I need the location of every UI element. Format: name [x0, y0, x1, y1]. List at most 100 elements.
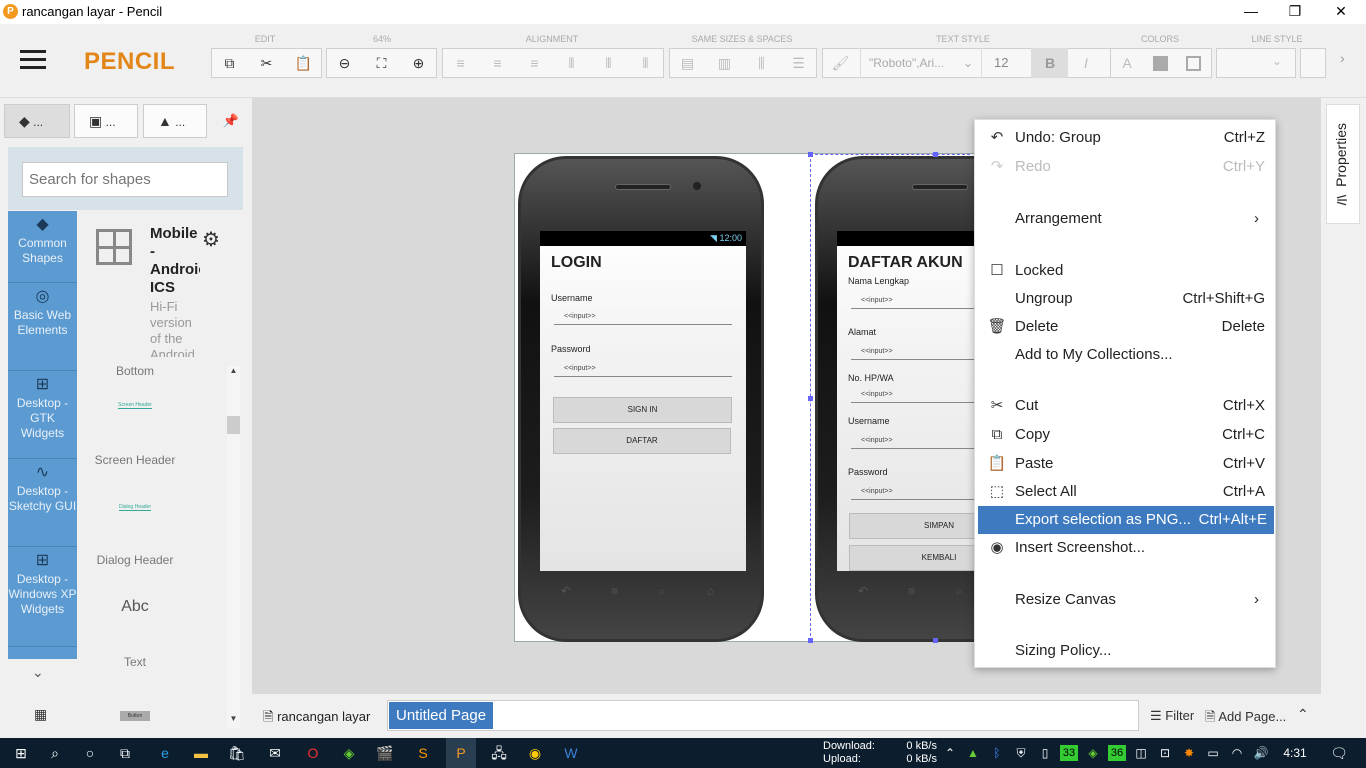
- password-input[interactable]: <<input>>: [554, 361, 732, 377]
- tab-collections[interactable]: ▣ ...: [74, 104, 138, 138]
- properties-panel-tab[interactable]: Properties ⚟: [1326, 104, 1360, 224]
- windows-start-icon[interactable]: ⊞: [6, 738, 36, 768]
- mail-icon[interactable]: ✉: [260, 738, 290, 768]
- menu-icon[interactable]: [20, 50, 46, 70]
- menu-item-locked[interactable]: ☐ Locked: [975, 257, 1275, 285]
- word-icon[interactable]: W: [556, 738, 586, 768]
- sign-in-button[interactable]: SIGN IN: [553, 397, 732, 423]
- shape-button[interactable]: Button: [80, 706, 190, 721]
- grid-view-icon[interactable]: ▦: [34, 706, 47, 723]
- space-h-icon[interactable]: ⫼: [743, 48, 780, 78]
- gear-icon[interactable]: ⚙: [202, 227, 220, 252]
- scrollbar-thumb[interactable]: [227, 416, 240, 434]
- zoom-in-icon[interactable]: ⊕: [400, 48, 437, 78]
- search-input[interactable]: [22, 162, 228, 197]
- cut-icon[interactable]: ✂: [248, 48, 285, 78]
- wifi-icon[interactable]: ◠: [1226, 738, 1248, 768]
- same-height-icon[interactable]: ▥: [706, 48, 743, 78]
- space-v-icon[interactable]: ☰: [780, 48, 817, 78]
- shield-icon[interactable]: ⛨: [1010, 738, 1032, 768]
- add-page-button[interactable]: 🗎 Add Page...: [1205, 708, 1286, 730]
- font-size-field[interactable]: 12: [982, 48, 1032, 78]
- category-winxp[interactable]: ⊞ Desktop - Windows XP Widgets: [8, 547, 77, 647]
- selection-handle[interactable]: [808, 638, 813, 643]
- username-input[interactable]: <<input>>: [554, 309, 732, 325]
- tab-untitled-page[interactable]: Untitled Page: [389, 702, 494, 729]
- font-family-select[interactable]: "Roboto",Ari... ⌄: [860, 48, 982, 78]
- chrome-icon[interactable]: ◉: [520, 738, 550, 768]
- minimize-button[interactable]: —: [1228, 0, 1274, 24]
- menu-item-redo[interactable]: ↷ Redo Ctrl+Y: [975, 153, 1275, 181]
- line-width-field[interactable]: [1300, 48, 1326, 78]
- network-app-icon[interactable]: 🖧: [484, 738, 514, 768]
- shape-screen-header[interactable]: Screen Header: [80, 402, 190, 409]
- chevron-up-icon[interactable]: ⌃: [940, 738, 960, 768]
- align-bottom-icon[interactable]: ⦀: [627, 48, 664, 78]
- pencil-taskbar-icon[interactable]: P: [446, 738, 476, 768]
- badge-icon[interactable]: 33: [1060, 745, 1078, 761]
- category-sketchy[interactable]: ∿ Desktop - Sketchy GUI: [8, 459, 77, 547]
- fill-color-button[interactable]: [1153, 56, 1168, 71]
- menu-item-sizing-policy[interactable]: Sizing Policy...: [975, 637, 1275, 665]
- document-name[interactable]: 🗎 rancangan layar: [263, 708, 370, 730]
- line-style-select[interactable]: [1216, 48, 1296, 78]
- menu-item-paste[interactable]: 📋 Paste Ctrl+V: [975, 450, 1275, 478]
- menu-item-add-collection[interactable]: Add to My Collections...: [975, 341, 1275, 369]
- dropbox-icon[interactable]: ◫: [1130, 738, 1152, 768]
- copy-icon[interactable]: ⧉: [211, 48, 248, 78]
- align-left-icon[interactable]: ≡: [442, 48, 479, 78]
- category-basic-web[interactable]: ◎ Basic Web Elements: [8, 283, 77, 371]
- badge-icon[interactable]: 36: [1108, 745, 1126, 761]
- chevron-down-icon[interactable]: ⌄: [32, 664, 44, 681]
- bold-button[interactable]: B: [1032, 48, 1068, 78]
- daftar-button[interactable]: DAFTAR: [553, 428, 731, 454]
- app-icon[interactable]: ◈: [334, 738, 364, 768]
- format-painter-icon[interactable]: 🖌: [822, 48, 859, 78]
- menu-item-insert-screenshot[interactable]: ◉ Insert Screenshot...: [975, 534, 1275, 562]
- reader-icon[interactable]: ⊡: [1154, 738, 1176, 768]
- maximize-button[interactable]: ❐: [1272, 0, 1318, 24]
- close-button[interactable]: ✕: [1318, 0, 1364, 24]
- align-top-icon[interactable]: ⦀: [553, 48, 590, 78]
- italic-button[interactable]: I: [1068, 48, 1104, 78]
- search-icon[interactable]: ⌕: [40, 738, 70, 768]
- volume-icon[interactable]: 🔊: [1250, 738, 1272, 768]
- drive-icon[interactable]: ▲: [962, 738, 984, 768]
- align-center-icon[interactable]: ≡: [479, 48, 516, 78]
- battery-icon[interactable]: ▭: [1202, 738, 1224, 768]
- menu-item-resize-canvas[interactable]: Resize Canvas ›: [975, 586, 1275, 614]
- device-icon[interactable]: ▯: [1034, 738, 1056, 768]
- align-middle-icon[interactable]: ⦀: [590, 48, 627, 78]
- shape-text[interactable]: Abc: [80, 598, 190, 616]
- menu-item-select-all[interactable]: ⬚ Select All Ctrl+A: [975, 478, 1275, 506]
- menu-item-delete[interactable]: 🗑 Delete Delete: [975, 313, 1275, 341]
- canvas-page[interactable]: ◥ 12:00 LOGIN Username <<input>> Passwor…: [514, 152, 1061, 643]
- category-common-shapes[interactable]: ◆ Common Shapes: [8, 211, 77, 283]
- same-width-icon[interactable]: ▤: [669, 48, 706, 78]
- text-color-button[interactable]: A: [1110, 48, 1144, 78]
- chevron-up-icon[interactable]: ⌃: [1297, 706, 1309, 723]
- filter-button[interactable]: ☰ Filter: [1150, 708, 1194, 724]
- menu-item-export-png[interactable]: Export selection as PNG... Ctrl+Alt+E: [978, 506, 1274, 534]
- align-right-icon[interactable]: ≡: [516, 48, 553, 78]
- file-explorer-icon[interactable]: ▬: [186, 738, 216, 768]
- avast-icon[interactable]: ✸: [1178, 738, 1200, 768]
- selection-handle[interactable]: [808, 152, 813, 157]
- category-gtk[interactable]: ⊞ Desktop - GTK Widgets: [8, 371, 77, 459]
- menu-item-ungroup[interactable]: Ungroup Ctrl+Shift+G: [975, 285, 1275, 313]
- opera-icon[interactable]: O: [298, 738, 328, 768]
- tab-clipart[interactable]: ▲ ...: [143, 104, 207, 138]
- fit-icon[interactable]: ⛶: [363, 48, 400, 78]
- scroll-down-icon[interactable]: ▼: [227, 714, 240, 723]
- media-icon[interactable]: 🎬: [370, 738, 400, 768]
- tab-shapes[interactable]: ◆ ...: [4, 104, 70, 138]
- paste-icon[interactable]: 📋: [285, 48, 322, 78]
- zoom-out-icon[interactable]: ⊖: [326, 48, 363, 78]
- edge-icon[interactable]: e: [150, 738, 180, 768]
- menu-item-arrangement[interactable]: Arrangement ›: [975, 205, 1275, 233]
- cortana-icon[interactable]: ○: [75, 738, 105, 768]
- store-icon[interactable]: 🛍: [222, 738, 252, 768]
- scroll-up-icon[interactable]: ▲: [227, 366, 240, 375]
- clock[interactable]: 4:31: [1280, 738, 1310, 768]
- menu-item-cut[interactable]: ✂ Cut Ctrl+X: [975, 392, 1275, 420]
